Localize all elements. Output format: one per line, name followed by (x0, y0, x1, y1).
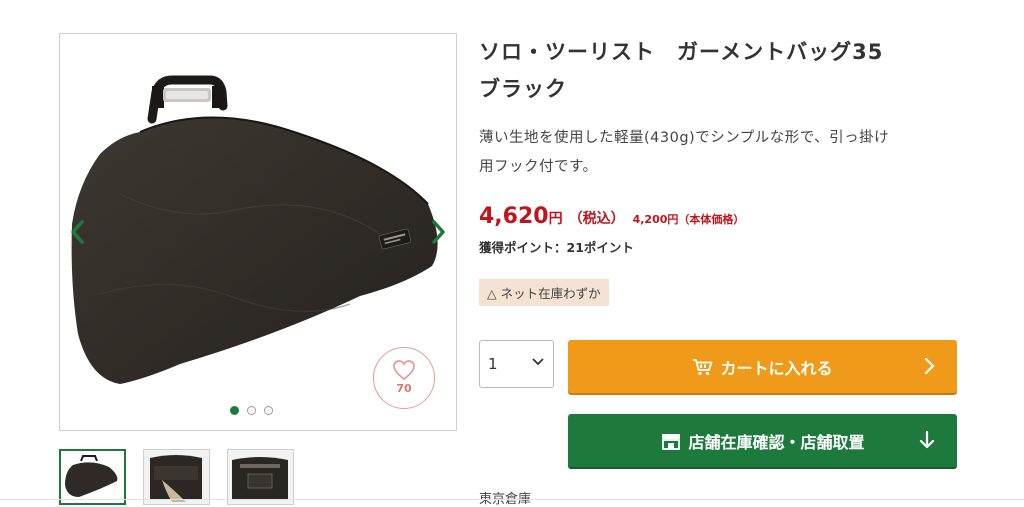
reward-points: 獲得ポイント：21ポイント (479, 240, 634, 255)
slide-dot[interactable] (264, 406, 273, 415)
price-value: 4,620 (479, 204, 549, 229)
add-to-cart-label: カートに入れる (720, 358, 833, 378)
arrow-right-icon (923, 357, 935, 375)
product-info: ソロ・ツーリスト ガーメントバッグ35 ブラック 薄い生地を使用した軽量(430… (479, 34, 959, 306)
quantity-value: 1 (488, 355, 498, 373)
product-title-line1: ソロ・ツーリスト ガーメントバッグ35 (479, 40, 884, 64)
store-icon (660, 432, 682, 450)
arrow-down-icon (919, 431, 935, 449)
product-description: 薄い生地を使用した軽量(430g)でシンプルな形で、引っ掛け 用フック付です。 (479, 124, 959, 182)
thumbnail-strip (59, 449, 294, 505)
stock-status-badge: △ ネット在庫わずか (479, 279, 609, 306)
heart-icon (393, 360, 415, 381)
store-stock-label: 店舗在庫確認・店舗取置 (688, 432, 865, 452)
divider (0, 499, 1024, 500)
price-unit: 円 (548, 211, 563, 227)
product-title-line2: ブラック (479, 77, 567, 101)
price-tax-label: （税込） (568, 211, 625, 227)
chevron-left-icon[interactable] (68, 217, 88, 247)
product-image-gallery[interactable]: 70 (59, 33, 457, 431)
product-title: ソロ・ツーリスト ガーメントバッグ35 ブラック (479, 34, 959, 108)
thumbnail-1[interactable] (59, 449, 126, 505)
thumbnail-3[interactable] (227, 449, 294, 505)
price-row: 4,620 円 （税込） 4,200円（本体価格） (479, 204, 959, 229)
chevron-down-icon (532, 358, 544, 366)
warehouse-label: 東京倉庫 (479, 492, 532, 507)
slide-dot[interactable] (247, 406, 256, 415)
product-description-line2: 用フック付です。 (479, 159, 598, 175)
thumbnail-2[interactable] (143, 449, 210, 505)
favorite-count: 70 (396, 382, 412, 395)
store-stock-button[interactable]: 店舗在庫確認・店舗取置 (568, 414, 957, 467)
quantity-select[interactable]: 1 (479, 340, 554, 388)
product-description-line1: 薄い生地を使用した軽量(430g)でシンプルな形で、引っ掛け (479, 130, 890, 146)
slide-dot[interactable] (230, 406, 239, 415)
base-price: 4,200円（本体価格） (632, 213, 745, 226)
chevron-right-icon[interactable] (428, 217, 448, 247)
add-to-cart-button[interactable]: カートに入れる (568, 340, 957, 393)
slide-indicator (230, 406, 273, 415)
cart-icon (692, 358, 714, 376)
favorite-button[interactable]: 70 (373, 347, 435, 409)
